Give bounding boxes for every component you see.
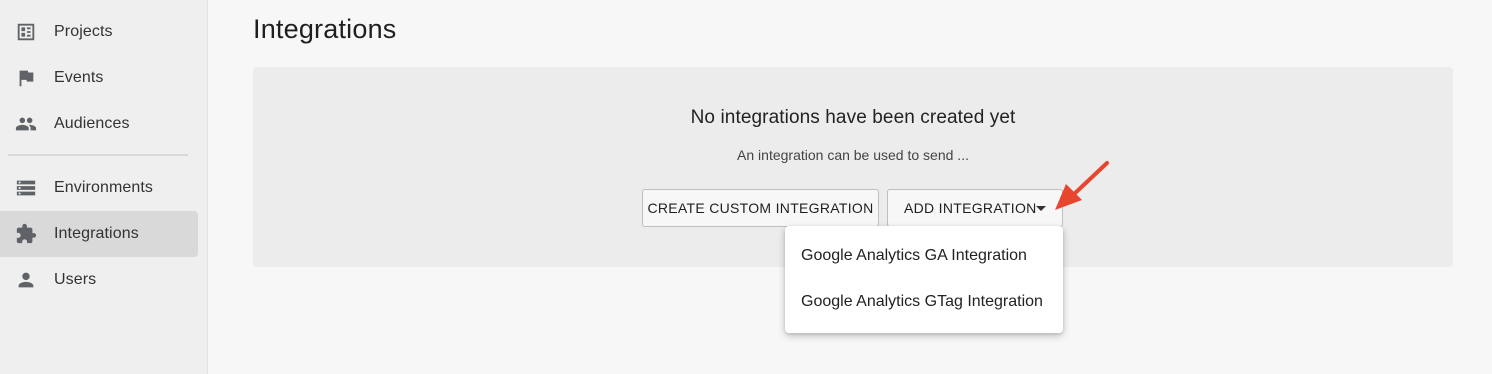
sidebar-item-label: Integrations	[54, 225, 139, 242]
sidebar-item-audiences[interactable]: Audiences	[0, 101, 198, 147]
sidebar-item-environments[interactable]: Environments	[0, 165, 198, 211]
empty-state-subtitle: An integration can be used to send ...	[737, 147, 969, 163]
sidebar-item-projects[interactable]: Projects	[0, 9, 198, 55]
caret-down-icon	[1036, 206, 1046, 211]
add-integration-dropdown: Google Analytics GA Integration Google A…	[785, 226, 1063, 333]
person-icon	[15, 269, 37, 291]
sidebar-item-label: Environments	[54, 179, 154, 196]
storage-icon	[15, 177, 37, 199]
sidebar-item-label: Projects	[54, 23, 113, 40]
dropdown-item-gtag-integration[interactable]: Google Analytics GTag Integration	[785, 279, 1063, 325]
empty-state-title: No integrations have been created yet	[690, 107, 1016, 128]
add-integration-label: ADD INTEGRATION	[904, 200, 1037, 216]
annotation-arrow-icon	[1055, 161, 1109, 210]
sidebar: Projects Events Audiences Environments I…	[0, 0, 208, 374]
sidebar-item-label: Users	[54, 271, 97, 288]
create-custom-integration-label: CREATE CUSTOM INTEGRATION	[647, 200, 874, 216]
dropdown-item-ga-integration[interactable]: Google Analytics GA Integration	[785, 233, 1063, 279]
sidebar-item-label: Events	[54, 69, 104, 86]
people-icon	[15, 113, 37, 135]
create-custom-integration-button[interactable]: CREATE CUSTOM INTEGRATION	[642, 189, 879, 227]
add-integration-button[interactable]: ADD INTEGRATION	[887, 189, 1063, 227]
flag-icon	[15, 67, 37, 89]
puzzle-icon	[15, 223, 37, 245]
projects-icon	[15, 21, 37, 43]
app-root: Projects Events Audiences Environments I…	[0, 0, 1492, 374]
page-title: Integrations	[253, 14, 397, 44]
sidebar-item-users[interactable]: Users	[0, 257, 198, 303]
sidebar-item-label: Audiences	[54, 115, 130, 132]
sidebar-item-integrations[interactable]: Integrations	[0, 211, 198, 257]
sidebar-divider	[8, 154, 188, 156]
sidebar-item-events[interactable]: Events	[0, 55, 198, 101]
